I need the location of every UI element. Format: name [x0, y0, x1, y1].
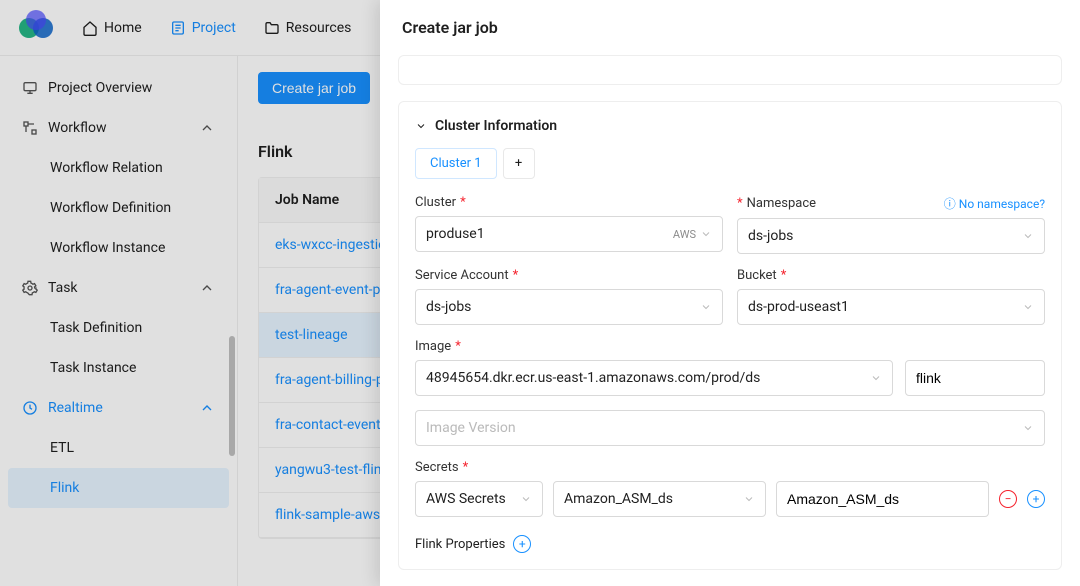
image-field: Image * 48945654.dkr.ecr.us-east-1.amazo…: [415, 339, 1045, 396]
namespace-value: ds-jobs: [748, 228, 1022, 244]
namespace-field: *Namespace ⓘNo namespace? ds-jobs: [737, 195, 1045, 254]
chevron-down-icon: [1022, 301, 1034, 313]
cluster-tabs: Cluster 1 +: [415, 148, 1045, 179]
namespace-label: *Namespace ⓘNo namespace?: [737, 195, 1045, 212]
flink-properties-row: Flink Properties +: [415, 535, 1045, 553]
chevron-down-icon: [520, 493, 532, 505]
image-version-placeholder: Image Version: [426, 420, 1022, 436]
question-icon: ⓘ: [944, 195, 956, 212]
namespace-select[interactable]: ds-jobs: [737, 218, 1045, 254]
chevron-down-icon: [415, 120, 427, 132]
section-title: Cluster Information: [435, 118, 557, 134]
cluster-label: Cluster *: [415, 195, 723, 210]
image-version-select[interactable]: Image Version: [415, 410, 1045, 446]
image-label: Image *: [415, 339, 1045, 354]
create-jar-job-drawer: Create jar job Cluster Information Clust…: [380, 0, 1080, 586]
cluster-provider-tag: AWS: [673, 228, 696, 241]
cluster-info-section: Cluster Information Cluster 1 + Cluster …: [398, 101, 1062, 570]
secrets-type-select[interactable]: AWS Secrets: [415, 481, 543, 517]
secrets-field: Secrets * AWS Secrets Amazon_ASM_ds − +: [415, 460, 1045, 531]
bucket-field: Bucket * ds-prod-useast1: [737, 268, 1045, 325]
section-header[interactable]: Cluster Information: [415, 118, 1045, 134]
service-account-value: ds-jobs: [426, 299, 700, 315]
no-namespace-help[interactable]: ⓘNo namespace?: [944, 195, 1045, 212]
drawer-title: Create jar job: [380, 0, 1080, 55]
previous-section-card: [398, 55, 1062, 85]
service-account-label: Service Account *: [415, 268, 723, 283]
chevron-down-icon: [700, 228, 712, 240]
cluster-field: Cluster * produse1 AWS: [415, 195, 723, 254]
secrets-type-value: AWS Secrets: [426, 491, 520, 507]
secrets-alias-value[interactable]: [787, 491, 978, 507]
flink-properties-label: Flink Properties: [415, 537, 505, 552]
image-version-field: Image Version: [415, 410, 1045, 446]
chevron-down-icon: [1022, 230, 1034, 242]
bucket-label: Bucket *: [737, 268, 1045, 283]
drawer-body: Cluster Information Cluster 1 + Cluster …: [380, 55, 1080, 586]
chevron-down-icon: [743, 493, 755, 505]
bucket-value: ds-prod-useast1: [748, 299, 1022, 315]
add-flink-property-button[interactable]: +: [513, 535, 531, 553]
image-suffix-input[interactable]: [905, 360, 1045, 396]
secrets-alias-input[interactable]: [776, 481, 989, 517]
remove-secret-button[interactable]: −: [999, 490, 1017, 508]
chevron-down-icon: [700, 301, 712, 313]
image-suffix-value[interactable]: [916, 370, 1034, 386]
cluster-select[interactable]: produse1 AWS: [415, 216, 723, 252]
chevron-down-icon: [870, 372, 882, 384]
image-value: 48945654.dkr.ecr.us-east-1.amazonaws.com…: [426, 370, 870, 386]
tab-add-cluster[interactable]: +: [503, 148, 535, 179]
secrets-name-value: Amazon_ASM_ds: [564, 491, 743, 507]
image-select[interactable]: 48945654.dkr.ecr.us-east-1.amazonaws.com…: [415, 360, 893, 396]
service-account-select[interactable]: ds-jobs: [415, 289, 723, 325]
secrets-label: Secrets *: [415, 460, 1045, 475]
service-account-field: Service Account * ds-jobs: [415, 268, 723, 325]
cluster-value: produse1: [426, 226, 673, 242]
chevron-down-icon: [1022, 422, 1034, 434]
secrets-name-select[interactable]: Amazon_ASM_ds: [553, 481, 766, 517]
tab-cluster-1[interactable]: Cluster 1: [415, 148, 497, 179]
add-secret-button[interactable]: +: [1027, 490, 1045, 508]
bucket-select[interactable]: ds-prod-useast1: [737, 289, 1045, 325]
